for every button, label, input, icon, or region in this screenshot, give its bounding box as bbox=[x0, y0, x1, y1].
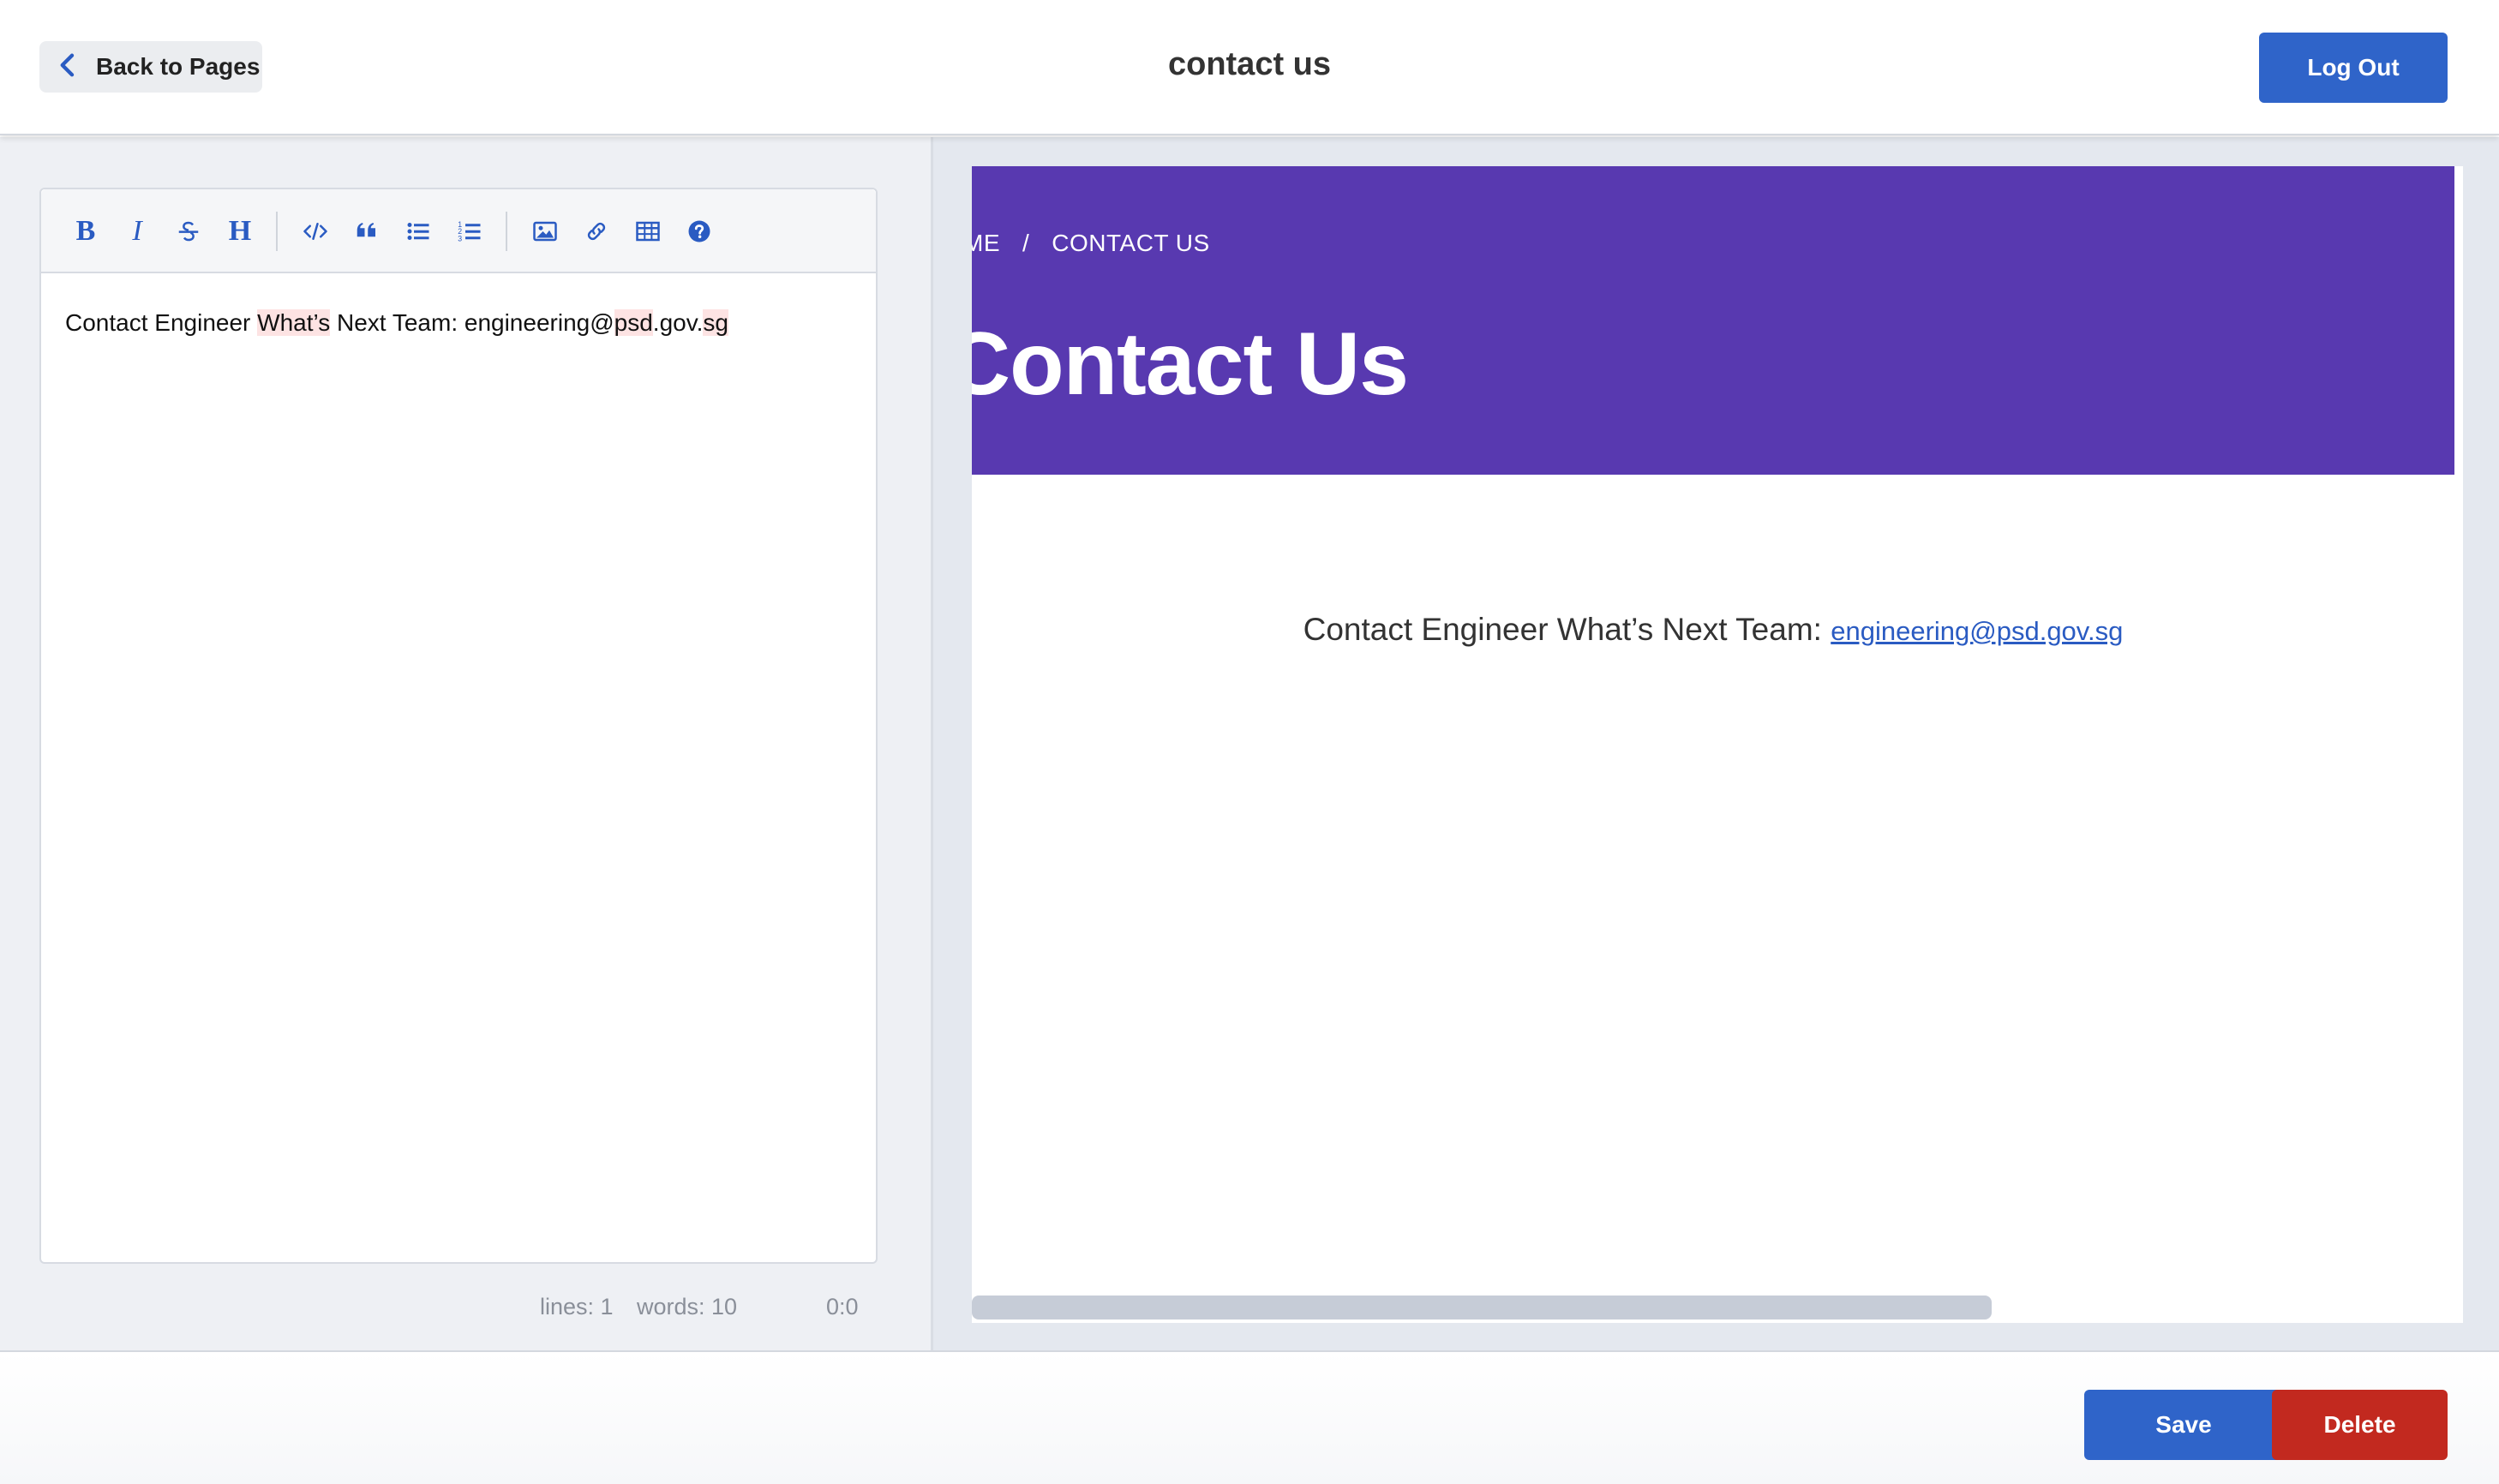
editor-text[interactable]: Contact Engineer What’s Next Team: engin… bbox=[65, 309, 728, 337]
toolbar-divider bbox=[276, 212, 278, 251]
svg-text:3: 3 bbox=[458, 234, 462, 242]
spellcheck-highlight: sg bbox=[703, 309, 728, 336]
editor-pane: B I H 123 Contact Engineer What’s Next T… bbox=[0, 137, 931, 1350]
logout-button[interactable]: Log Out bbox=[2259, 33, 2448, 103]
breadcrumb-home[interactable]: ME bbox=[972, 230, 1000, 256]
heading-icon[interactable]: H bbox=[223, 214, 257, 248]
strikethrough-icon[interactable] bbox=[171, 214, 206, 248]
unordered-list-icon[interactable] bbox=[401, 214, 435, 248]
spellcheck-highlight: psd bbox=[614, 309, 653, 336]
markdown-editor: B I H 123 Contact Engineer What’s Next T… bbox=[39, 188, 878, 1264]
contact-text: Contact Engineer What’s Next Team: bbox=[1303, 612, 1831, 647]
breadcrumb: ME / CONTACT US bbox=[972, 230, 1210, 257]
horizontal-scrollbar[interactable] bbox=[972, 1296, 1992, 1319]
page-preview[interactable]: ME / CONTACT US Contact Us Contact Enginee… bbox=[972, 166, 2463, 1323]
hero-title: Contact Us bbox=[972, 314, 1409, 414]
quote-icon[interactable] bbox=[350, 214, 384, 248]
preview-body: Contact Engineer What’s Next Team: engin… bbox=[972, 612, 2454, 648]
word-count: words: 10 bbox=[637, 1294, 738, 1319]
editor-toolbar: B I H 123 bbox=[41, 189, 876, 273]
ordered-list-icon[interactable]: 123 bbox=[452, 214, 487, 248]
code-icon[interactable] bbox=[298, 214, 333, 248]
breadcrumb-current: CONTACT US bbox=[1052, 230, 1210, 256]
link-icon[interactable] bbox=[579, 214, 614, 248]
spellcheck-highlight: What’s bbox=[257, 309, 331, 336]
top-header: Back to Pages contact us Log Out bbox=[0, 0, 2499, 135]
editor-text-segment: Next Team: engineering@ bbox=[330, 309, 614, 336]
save-button[interactable]: Save bbox=[2084, 1390, 2283, 1460]
preview-pane: ME / CONTACT US Contact Us Contact Enginee… bbox=[931, 137, 2499, 1350]
delete-button[interactable]: Delete bbox=[2272, 1390, 2448, 1460]
editor-text-segment: .gov. bbox=[652, 309, 704, 336]
breadcrumb-separator: / bbox=[1022, 230, 1030, 256]
toolbar-divider bbox=[506, 212, 507, 251]
bold-icon[interactable]: B bbox=[69, 214, 103, 248]
help-icon[interactable] bbox=[682, 214, 716, 248]
page-title: contact us bbox=[1167, 46, 1332, 82]
italic-icon[interactable]: I bbox=[120, 214, 154, 248]
cursor-position: 0:0 bbox=[826, 1294, 859, 1319]
hero-banner: ME / CONTACT US Contact Us bbox=[972, 166, 2454, 475]
table-icon[interactable] bbox=[631, 214, 665, 248]
image-icon[interactable] bbox=[528, 214, 562, 248]
editor-text-segment: Contact Engineer bbox=[65, 309, 258, 336]
editor-statusbar: lines: 1 words: 10 0:0 bbox=[0, 1282, 931, 1333]
footer-bar: Save Delete bbox=[0, 1350, 2499, 1484]
line-count: lines: 1 bbox=[540, 1294, 614, 1319]
email-link[interactable]: engineering@psd.gov.sg bbox=[1831, 616, 2123, 646]
